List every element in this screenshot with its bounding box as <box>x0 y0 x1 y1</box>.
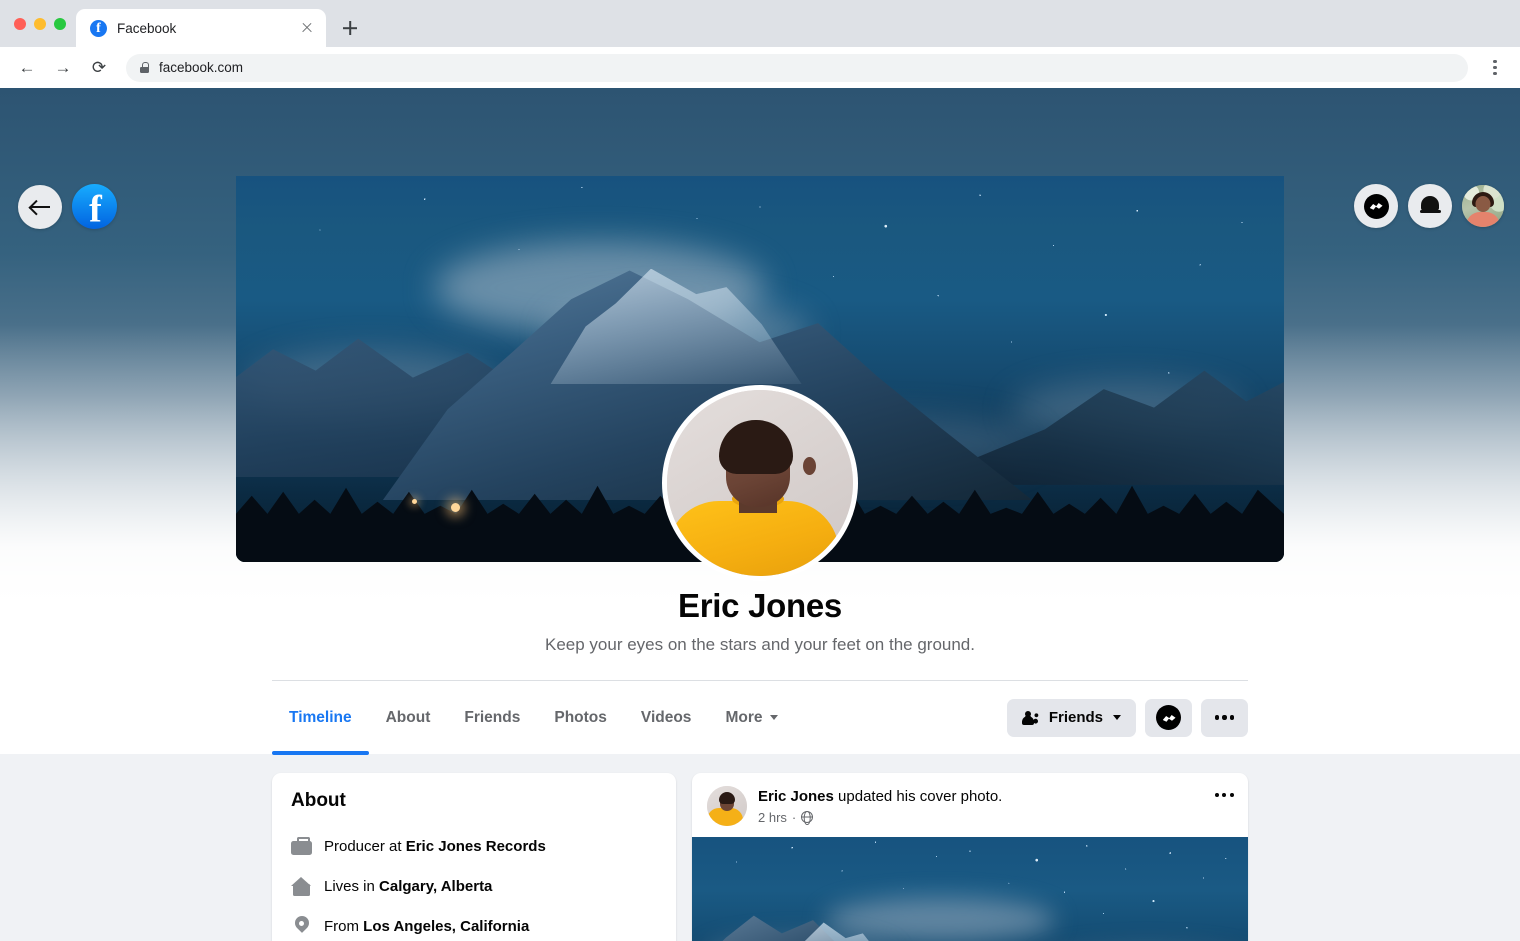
more-options-button[interactable] <box>1201 698 1248 737</box>
tab-photos-label: Photos <box>554 708 607 726</box>
notifications-bell-icon <box>1419 195 1441 218</box>
post-timestamp[interactable]: 2 hrs <box>758 810 787 825</box>
cover-campfire-light <box>450 502 460 512</box>
about-card-title: About <box>291 790 346 811</box>
about-card: About Producer at Eric Jones Records Liv… <box>272 773 676 941</box>
messenger-icon <box>1363 193 1389 219</box>
chevron-down-icon <box>1113 715 1121 720</box>
header-left-controls: f <box>18 184 117 229</box>
profile-picture[interactable] <box>662 385 858 581</box>
globe-icon[interactable] <box>801 811 814 824</box>
address-bar[interactable]: facebook.com <box>126 53 1468 82</box>
post-author-avatar[interactable] <box>707 786 747 826</box>
home-icon <box>291 876 312 897</box>
tab-more[interactable]: More <box>708 681 795 755</box>
post-author-name[interactable]: Eric Jones <box>758 788 834 805</box>
messenger-button[interactable] <box>1354 184 1398 228</box>
tab-videos[interactable]: Videos <box>624 681 709 755</box>
profile-hero: f Eric Jones Keep your eyes on the stars… <box>0 88 1520 678</box>
tab-about[interactable]: About <box>369 681 448 755</box>
tab-more-label: More <box>725 708 763 726</box>
browser-tab[interactable]: f Facebook <box>76 9 326 47</box>
post-avatar-hair <box>718 791 735 804</box>
about-work-value: Eric Jones Records <box>405 837 546 855</box>
profile-bio: Keep your eyes on the stars and your fee… <box>544 634 975 654</box>
tab-timeline-label: Timeline <box>289 708 352 726</box>
about-row-work[interactable]: Producer at Eric Jones Records <box>291 826 657 866</box>
back-arrow-icon <box>30 200 50 214</box>
profile-picture-image <box>667 390 853 576</box>
post-headline: Eric Jones updated his cover photo. <box>758 787 1233 807</box>
new-tab-icon[interactable] <box>336 14 364 42</box>
back-button[interactable] <box>18 184 62 229</box>
post-image[interactable] <box>692 837 1248 941</box>
post-header: Eric Jones updated his cover photo. 2 hr… <box>692 773 1248 837</box>
friends-button-label: Friends <box>1048 709 1103 726</box>
chevron-down-icon <box>770 715 779 720</box>
close-tab-icon[interactable] <box>298 19 316 37</box>
profile-navbar-wrapper: Timeline About Friends Photos Videos Mor… <box>0 680 1520 755</box>
facebook-favicon: f <box>90 19 107 37</box>
about-from-value: Los Angeles, California <box>363 917 530 935</box>
reload-icon[interactable]: ⟳ <box>84 53 114 83</box>
tab-friends[interactable]: Friends <box>447 681 537 755</box>
location-pin-icon <box>291 916 312 937</box>
tab-photos[interactable]: Photos <box>537 681 624 755</box>
facebook-profile-page: f Eric Jones Keep your eyes on the stars… <box>0 88 1520 941</box>
browser-menu-icon[interactable] <box>1482 54 1508 82</box>
post-meta: Eric Jones updated his cover photo. 2 hr… <box>758 786 1233 825</box>
tab-friends-label: Friends <box>464 708 521 726</box>
post-subline: 2 hrs · <box>758 810 1233 825</box>
briefcase-icon <box>291 836 312 857</box>
content-grid: About Producer at Eric Jones Records Liv… <box>272 754 1248 941</box>
friends-people-icon <box>1021 710 1041 725</box>
address-bar-url: facebook.com <box>159 60 244 75</box>
post-action-text: updated his cover photo. <box>833 788 1003 805</box>
notifications-button[interactable] <box>1408 184 1452 228</box>
post-card: Eric Jones updated his cover photo. 2 hr… <box>692 773 1248 941</box>
browser-chrome: f Facebook ← → ⟳ facebook.com <box>0 0 1520 88</box>
ellipsis-icon <box>1214 793 1234 798</box>
lock-icon <box>140 62 150 73</box>
avatar-face <box>1475 196 1491 213</box>
facebook-logo-letter: f <box>89 187 102 229</box>
profile-tabs: Timeline About Friends Photos Videos Mor… <box>272 681 795 755</box>
friends-button[interactable]: Friends <box>1006 698 1136 737</box>
facebook-logo[interactable]: f <box>72 184 117 229</box>
profile-identity: Eric Jones Keep your eyes on the stars a… <box>0 586 1520 655</box>
about-lives-text: Lives in Calgary, Alberta <box>324 877 493 895</box>
post-options-button[interactable] <box>1214 793 1234 798</box>
profile-photo-ear <box>802 456 816 475</box>
about-row-lives-in[interactable]: Lives in Calgary, Alberta <box>291 866 657 906</box>
browser-toolbar: ← → ⟳ facebook.com <box>0 47 1520 88</box>
message-button[interactable] <box>1145 698 1192 737</box>
ellipsis-icon <box>1214 715 1235 720</box>
minimize-window-button[interactable] <box>34 17 46 30</box>
profile-action-buttons: Friends <box>1006 698 1248 737</box>
messenger-icon <box>1156 705 1181 730</box>
about-from-text: From Los Angeles, California <box>324 917 530 935</box>
tab-about-label: About <box>385 708 431 726</box>
page-title: Eric Jones <box>678 587 842 624</box>
about-work-text: Producer at Eric Jones Records <box>324 837 546 855</box>
back-navigation-icon[interactable]: ← <box>12 53 42 83</box>
browser-tabstrip: f Facebook <box>0 0 1520 47</box>
forward-navigation-icon[interactable]: → <box>48 53 78 83</box>
about-lives-value: Calgary, Alberta <box>379 877 493 895</box>
browser-tab-title: Facebook <box>117 20 177 36</box>
window-traffic-lights[interactable] <box>12 0 76 47</box>
post-separator: · <box>791 809 797 825</box>
profile-content: About Producer at Eric Jones Records Liv… <box>0 754 1520 941</box>
profile-navbar: Timeline About Friends Photos Videos Mor… <box>272 680 1248 755</box>
tab-timeline[interactable]: Timeline <box>272 681 369 755</box>
header-right-controls <box>1354 184 1504 228</box>
tab-videos-label: Videos <box>640 708 692 726</box>
maximize-window-button[interactable] <box>54 17 66 30</box>
avatar-body <box>1466 212 1500 227</box>
close-window-button[interactable] <box>14 17 26 30</box>
account-avatar[interactable] <box>1462 185 1504 227</box>
about-row-from[interactable]: From Los Angeles, California <box>291 906 657 941</box>
post-avatar-sweater <box>707 808 744 826</box>
